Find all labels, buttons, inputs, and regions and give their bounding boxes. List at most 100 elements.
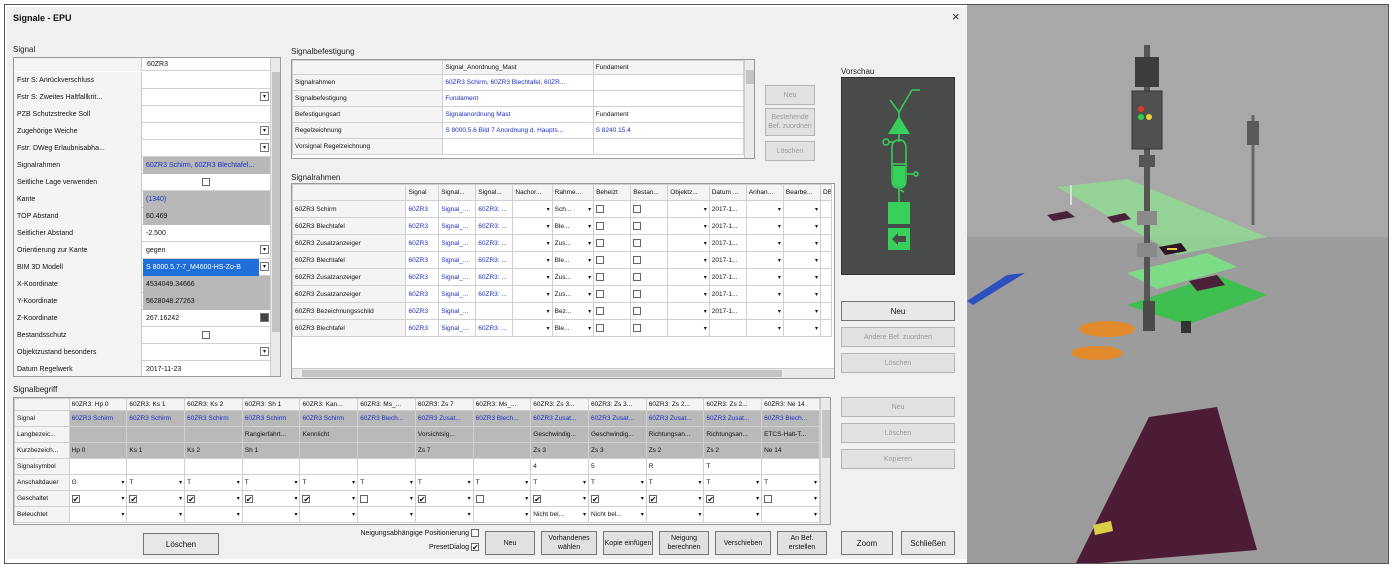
- dropdown-icon[interactable]: ▾: [410, 479, 413, 486]
- rahmen-cell[interactable]: Signal_...: [438, 302, 477, 320]
- signal-row[interactable]: Fstr S: Anrückverschluss: [14, 72, 272, 89]
- begriff-cell[interactable]: 60ZR3 Schirm: [241, 410, 301, 427]
- dropdown-icon[interactable]: ▾: [588, 291, 591, 298]
- calc-slope-button[interactable]: Neigung berechnen: [659, 531, 709, 555]
- dropdown-icon[interactable]: ▾: [547, 206, 550, 213]
- begriff-cell[interactable]: ▾: [299, 506, 359, 523]
- dropdown-icon[interactable]: ▾: [778, 274, 781, 281]
- begriff-delete-button[interactable]: Löschen: [841, 423, 955, 443]
- dropdown-icon[interactable]: ▾: [588, 240, 591, 247]
- bef-cell[interactable]: Signalanordnung Mast: [442, 106, 594, 123]
- begriff-cell[interactable]: Geschwindig...: [588, 426, 647, 443]
- signal-row-value[interactable]: [143, 89, 272, 106]
- begriff-cell[interactable]: [357, 458, 416, 475]
- checkbox[interactable]: [202, 331, 210, 339]
- rahmen-cell[interactable]: Signal_...: [438, 200, 477, 218]
- rahmen-cell[interactable]: 2017-1...: [708, 217, 747, 235]
- rahmen-cell[interactable]: [630, 234, 669, 252]
- rahmen-cell[interactable]: ▾: [782, 285, 822, 303]
- begriff-cell[interactable]: ✔ ▾: [184, 490, 243, 507]
- dropdown-icon[interactable]: ▾: [698, 495, 701, 502]
- befestigung-grid[interactable]: Signal_Anordnung_Mast Fundament Signalrahm…: [291, 59, 755, 159]
- rahmen-cell[interactable]: ▾: [512, 251, 553, 269]
- begriff-row[interactable]: Signal 60ZR3 Schirm 60ZR3 Schirm 60ZR3 Schi…: [14, 410, 820, 427]
- checkbox[interactable]: [633, 256, 642, 264]
- bef-row[interactable]: Vorsignal Regelzeichnung: [292, 138, 745, 155]
- bef-cell[interactable]: Fundament: [592, 106, 745, 123]
- begriff-cell[interactable]: [472, 442, 532, 459]
- rahmen-cell[interactable]: Signal_...: [438, 319, 477, 337]
- rahmen-cell[interactable]: 2017-1...: [708, 268, 747, 286]
- rahmen-cell[interactable]: 60ZR3: [405, 251, 440, 269]
- begriff-cell[interactable]: Nicht bel... ▾: [530, 506, 589, 523]
- checkbox[interactable]: [764, 494, 773, 503]
- bef-cell[interactable]: S 8000.5.6 Bild 7 Anordnung d. Haupts...: [442, 122, 594, 139]
- begriff-scrollbar[interactable]: [820, 398, 830, 524]
- begriff-cell[interactable]: Ne 14: [761, 442, 820, 459]
- begriff-cell[interactable]: 60ZR3 Zusat...: [414, 410, 474, 427]
- bef-row[interactable]: Regelzeichnung S 8000.5.6 Bild 7 Anordnun…: [292, 122, 745, 139]
- signal-row-value[interactable]: 267.16242: [143, 310, 272, 327]
- signal-row-value[interactable]: [143, 123, 272, 140]
- dropdown-icon[interactable]: ▾: [352, 479, 355, 486]
- signal-row[interactable]: Bestandsschutz: [14, 327, 272, 344]
- dropdown-icon[interactable]: ▾: [698, 511, 701, 518]
- begriff-row[interactable]: Signalsymbol 4 5 R T: [14, 458, 820, 475]
- checkbox[interactable]: ✔: [71, 494, 80, 503]
- new-button[interactable]: Neu: [485, 531, 535, 555]
- dropdown-icon[interactable]: ▾: [468, 511, 471, 518]
- dropdown-icon[interactable]: ▾: [756, 495, 759, 502]
- preset-checkbox[interactable]: ✔: [471, 543, 479, 552]
- dropdown-icon[interactable]: ▾: [468, 479, 471, 486]
- signal-row-value[interactable]: [143, 344, 272, 361]
- rahmen-cell[interactable]: 60ZR3: ...: [475, 200, 514, 218]
- rahmen-row[interactable]: 60ZR3 Schirm 60ZR3 Signal_... 60ZR3: ... ▾ Sc…: [292, 200, 832, 218]
- begriff-cell[interactable]: [126, 426, 186, 443]
- dropdown-icon[interactable]: ▾: [294, 495, 297, 502]
- rahmen-cell[interactable]: 60ZR3 Zusatzanzeiger: [292, 268, 407, 286]
- checkbox[interactable]: [596, 307, 605, 315]
- dropdown-icon[interactable]: ▾: [698, 479, 701, 486]
- checkbox[interactable]: [633, 273, 642, 281]
- begriff-cell[interactable]: ▾: [645, 506, 705, 523]
- rahmen-cell[interactable]: 60ZR3: ...: [475, 285, 514, 303]
- dropdown-icon[interactable]: ▾: [778, 240, 781, 247]
- begriff-cell[interactable]: Richtungsan...: [703, 426, 763, 443]
- begriff-cell[interactable]: G ▾: [68, 474, 128, 491]
- signal-row[interactable]: BIM 3D Modell S 8000.5.7-7_M4600-HS-Zo-B ▾: [14, 259, 272, 276]
- begriff-cell[interactable]: ▾: [68, 506, 128, 523]
- dropdown-icon[interactable]: ▾: [260, 262, 269, 271]
- bef-cell[interactable]: Fundament: [442, 90, 594, 107]
- begriff-cell[interactable]: 60ZR3 Blech...: [472, 410, 532, 427]
- rahmen-cell[interactable]: ▾: [512, 302, 553, 320]
- rahmen-cell[interactable]: Signal_...: [438, 234, 477, 252]
- begriff-cell[interactable]: ETCS-Halt-T...: [761, 426, 820, 443]
- dropdown-icon[interactable]: ▾: [237, 511, 240, 518]
- rahmen-cell[interactable]: Zus... ▾: [551, 285, 595, 303]
- rahmen-cell[interactable]: ▾: [745, 302, 784, 320]
- dropdown-icon[interactable]: ▾: [704, 325, 707, 332]
- dropdown-icon[interactable]: ▾: [588, 257, 591, 264]
- begriff-cell[interactable]: [126, 458, 186, 475]
- checkbox[interactable]: [596, 273, 605, 281]
- begriff-cell[interactable]: T ▾: [530, 474, 589, 491]
- rahmen-cell[interactable]: 2017-1...: [708, 285, 747, 303]
- begriff-cell[interactable]: Hp 0: [68, 442, 128, 459]
- checkbox[interactable]: ✔: [187, 494, 196, 503]
- signal-property-grid[interactable]: 60ZR3 Fstr S: Anrückverschluss Fstr S: Zw…: [13, 57, 281, 377]
- rahmen-cell[interactable]: 60ZR3: ...: [475, 251, 514, 269]
- checkbox[interactable]: [596, 324, 605, 332]
- dropdown-icon[interactable]: ▾: [525, 495, 528, 502]
- checkbox[interactable]: [633, 222, 642, 230]
- dropdown-icon[interactable]: ▾: [814, 511, 817, 518]
- begriff-cell[interactable]: ▾: [472, 506, 532, 523]
- rahmen-cell[interactable]: ▾: [782, 217, 822, 235]
- signal-row[interactable]: Kante (1340): [14, 191, 272, 208]
- rahmen-cell[interactable]: [593, 302, 632, 320]
- rahmen-cell[interactable]: ▾: [745, 268, 784, 286]
- rahmen-cell[interactable]: ▾: [512, 319, 553, 337]
- bef-cell[interactable]: S 8240.15.4: [592, 122, 745, 139]
- begriff-cell[interactable]: [68, 426, 128, 443]
- begriff-cell[interactable]: T ▾: [241, 474, 301, 491]
- dropdown-icon[interactable]: ▾: [294, 479, 297, 486]
